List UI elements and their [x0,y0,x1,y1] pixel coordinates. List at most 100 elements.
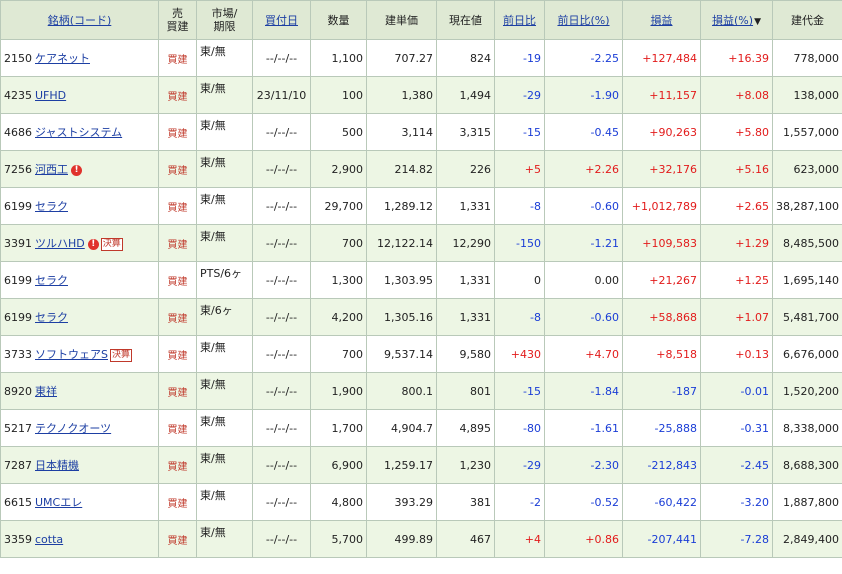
qty-cell: 2,900 [310,150,367,188]
change-cell: +4 [494,520,545,558]
qty-cell: 700 [310,335,367,373]
cost-cell: 214.82 [366,150,437,188]
stock-code: 4235 [4,88,32,102]
value-cell: 1,695,140 [772,261,842,299]
cost-cell: 1,289.12 [366,187,437,225]
market-cell: 東/無 [196,520,253,558]
cost-cell: 393.29 [366,483,437,521]
date-cell: --/--/-- [252,298,311,336]
header-name[interactable]: 銘柄(コード) [0,0,159,40]
pl-pct-cell: +0.13 [700,335,773,373]
alert-icon[interactable]: ! [87,238,99,250]
change-pct-cell: -0.60 [544,298,623,336]
value-cell: 138,000 [772,76,842,114]
stock-name-link[interactable]: セラク [35,311,68,324]
cost-cell: 707.27 [366,39,437,77]
trade-type-label: 買建 [167,202,188,214]
cost-cell: 9,537.14 [366,335,437,373]
trade-type-cell: 買建 [158,335,197,373]
market-cell: 東/無 [196,335,253,373]
table-row: 7256 河西工! 買建 東/無 --/--/-- 2,900 214.82 226 +5 +2.… [0,150,842,188]
stock-code: 7256 [4,163,32,176]
table-row: 4686 ジャストシステム 買建 東/無 --/--/-- 500 3,114 3,315 -1… [0,113,842,151]
stock-name-link[interactable]: ソフトウェアS [35,348,108,361]
change-pct-cell: +4.70 [544,335,623,373]
pl-pct-cell: +16.39 [700,39,773,77]
cost-cell: 1,303.95 [366,261,437,299]
earnings-badge: 決算 [100,237,123,251]
change-pct-cell: -2.25 [544,39,623,77]
trade-type-label: 買建 [167,91,188,103]
header-change[interactable]: 前日比 [494,0,545,40]
stock-name-link[interactable]: セラク [35,274,68,287]
trade-type-cell: 買建 [158,372,197,410]
market-cell: 東/無 [196,224,253,262]
pl-pct-cell: -3.20 [700,483,773,521]
trade-type-cell: 買建 [158,187,197,225]
stock-name-link[interactable]: 河西工 [35,163,68,176]
header-price: 現在値 [436,0,495,40]
table-row: 6199 セラク 買建 PTS/6ヶ --/--/-- 1,300 1,303.95 1,33… [0,261,842,299]
stock-name-link[interactable]: UMCエレ [35,496,82,509]
date-cell: --/--/-- [252,224,311,262]
pl-cell: +127,484 [622,39,701,77]
pl-cell: +90,263 [622,113,701,151]
stock-name-link[interactable]: ジャストシステム [35,126,122,139]
qty-cell: 29,700 [310,187,367,225]
cost-cell: 1,305.16 [366,298,437,336]
header-date[interactable]: 買付日 [252,0,311,40]
pl-pct-cell: +5.80 [700,113,773,151]
header-pl[interactable]: 損益 [622,0,701,40]
table-row: 3359 cotta 買建 東/無 --/--/-- 5,700 499.89 467 +4 +0… [0,520,842,558]
pl-pct-cell: -7.28 [700,520,773,558]
stock-name-link[interactable]: 東祥 [35,385,57,398]
qty-cell: 100 [310,76,367,114]
date-cell: 23/11/10 [252,76,311,114]
change-pct-cell: -1.84 [544,372,623,410]
table-row: 4235 UFHD 買建 東/無 23/11/10 100 1,380 1,494 -29 -1.… [0,76,842,114]
stock-name-link[interactable]: セラク [35,200,68,213]
stock-name-link[interactable]: UFHD [35,89,66,102]
header-change-pct[interactable]: 前日比(%) [544,0,623,40]
stock-code: 3359 [4,532,32,546]
stock-cell: 4686 ジャストシステム [0,113,159,151]
change-cell: -15 [494,372,545,410]
stock-name-link[interactable]: 日本精機 [35,459,79,472]
value-cell: 1,520,200 [772,372,842,410]
table-row: 3391 ツルハHD! 決算 買建 東/無 --/--/-- 700 12,122.14 12,… [0,224,842,262]
stock-cell: 3359 cotta [0,520,159,558]
stock-name-link[interactable]: ツルハHD [35,237,85,250]
change-cell: -80 [494,409,545,447]
market-cell: 東/無 [196,113,253,151]
cost-cell: 4,904.7 [366,409,437,447]
price-cell: 1,331 [436,261,495,299]
header-pl-pct[interactable]: 損益(%)▼ [700,0,773,40]
trade-type-cell: 買建 [158,113,197,151]
date-cell: --/--/-- [252,520,311,558]
stock-name-link[interactable]: テクノクオーツ [35,422,111,435]
table-row: 2150 ケアネット 買建 東/無 --/--/-- 1,100 707.27 824 -19-… [0,39,842,77]
value-cell: 623,000 [772,150,842,188]
stock-cell: 7287 日本精機 [0,446,159,484]
trade-type-label: 買建 [167,313,188,325]
change-pct-cell: -1.90 [544,76,623,114]
stock-code: 6199 [4,200,32,213]
trade-type-cell: 買建 [158,76,197,114]
qty-cell: 500 [310,113,367,151]
alert-icon[interactable]: ! [71,164,82,176]
stock-name-link[interactable]: cotta [35,533,63,546]
qty-cell: 1,700 [310,409,367,447]
price-cell: 226 [436,150,495,188]
pl-cell: -212,843 [622,446,701,484]
trade-type-label: 買建 [167,350,188,362]
pl-cell: +58,868 [622,298,701,336]
date-cell: --/--/-- [252,335,311,373]
change-pct-cell: 0.00 [544,261,623,299]
stock-name-link[interactable]: ケアネット [35,52,90,65]
pl-pct-cell: +5.16 [700,150,773,188]
date-cell: --/--/-- [252,409,311,447]
table-row: 3733 ソフトウェアS 決算 買建 東/無 --/--/-- 700 9,537.14 9,5… [0,335,842,373]
change-pct-cell: -1.21 [544,224,623,262]
market-cell: 東/無 [196,446,253,484]
stock-code: 7287 [4,459,32,472]
